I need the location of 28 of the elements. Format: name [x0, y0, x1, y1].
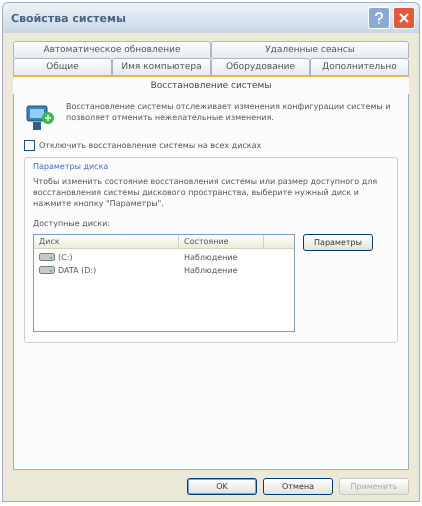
close-button[interactable]	[393, 7, 415, 29]
column-header[interactable]: Диск	[34, 235, 179, 248]
description-text: Восстановление системы отслеживает изменения конфигурации системы и позволяет отменить нежелательные изменения.	[66, 102, 392, 124]
tab[interactable]: Дополнительно	[310, 58, 409, 77]
help-button[interactable]	[368, 7, 390, 29]
disk-name[interactable]: DATA (D:)	[58, 266, 96, 275]
disk-name[interactable]: (C:)	[58, 252, 73, 262]
disable-checkbox[interactable]: Отключить восстановление системы на всех дисках	[24, 140, 262, 151]
close-icon	[399, 13, 409, 23]
list-label: Доступные диски:	[33, 219, 112, 228]
tab[interactable]: Восстановление системы	[13, 77, 409, 94]
disk-status: Наблюдение	[183, 265, 239, 276]
help-icon	[374, 12, 384, 24]
settings-button[interactable]: Параметры	[303, 234, 373, 252]
dialog-button[interactable]: OK	[187, 478, 257, 495]
drive-icon	[39, 265, 55, 276]
tab[interactable]: Общие	[13, 58, 112, 77]
column-header[interactable]: Состояние	[179, 235, 264, 248]
tab[interactable]: Автоматическое обновление	[13, 41, 211, 58]
dialog-button[interactable]: Отмена	[263, 478, 333, 495]
tab[interactable]: Удаленные сеансы	[211, 41, 409, 58]
tab[interactable]: Оборудование	[211, 58, 310, 77]
tab[interactable]: Имя компьютера	[112, 58, 211, 77]
disk-status: Наблюдение	[183, 252, 239, 262]
window-title: Свойства системы	[11, 12, 126, 24]
drive-icon	[39, 252, 55, 262]
group-title: Параметры диска	[33, 162, 110, 171]
group-text: Чтобы изменить состояние восстановления системы или размер доступного для восстановления системы дискового пространства, выберите нужный диск и нажмите кнопку "Параметры".	[33, 177, 378, 210]
